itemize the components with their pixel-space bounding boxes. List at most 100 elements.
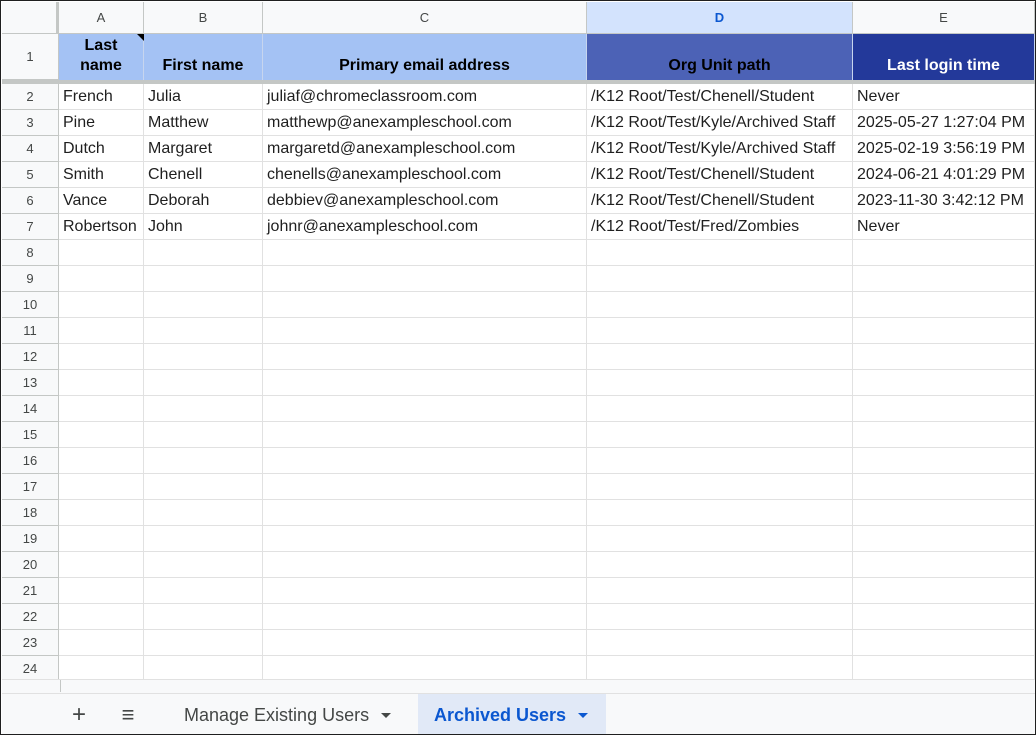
row-header-23[interactable]: 23	[2, 630, 59, 656]
cell-e20[interactable]	[853, 552, 1035, 578]
cell-d14[interactable]	[587, 396, 853, 422]
select-all-corner[interactable]	[2, 2, 59, 34]
cell-b21[interactable]	[144, 578, 263, 604]
cell-e21[interactable]	[853, 578, 1035, 604]
cell-c12[interactable]	[263, 344, 587, 370]
cell-c21[interactable]	[263, 578, 587, 604]
cell-e3[interactable]: 2025-05-27 1:27:04 PM	[853, 110, 1035, 136]
cell-e4[interactable]: 2025-02-19 3:56:19 PM	[853, 136, 1035, 162]
cell-b10[interactable]	[144, 292, 263, 318]
cell-d16[interactable]	[587, 448, 853, 474]
row-header-6[interactable]: 6	[2, 188, 59, 214]
cell-c3[interactable]: matthewp@anexampleschool.com	[263, 110, 587, 136]
cell-c2[interactable]: juliaf@chromeclassroom.com	[263, 84, 587, 110]
cell-e18[interactable]	[853, 500, 1035, 526]
row-header-15[interactable]: 15	[2, 422, 59, 448]
cell-e8[interactable]	[853, 240, 1035, 266]
header-cell-c[interactable]: Primary email address	[263, 34, 587, 80]
cell-a8[interactable]	[59, 240, 144, 266]
frozen-row-divider[interactable]	[2, 80, 1035, 84]
cell-a4[interactable]: Dutch	[59, 136, 144, 162]
row-header-5[interactable]: 5	[2, 162, 59, 188]
cell-e14[interactable]	[853, 396, 1035, 422]
cell-b4[interactable]: Margaret	[144, 136, 263, 162]
cell-a7[interactable]: Robertson	[59, 214, 144, 240]
cell-d5[interactable]: /K12 Root/Test/Chenell/Student	[587, 162, 853, 188]
cell-c17[interactable]	[263, 474, 587, 500]
cell-d12[interactable]	[587, 344, 853, 370]
row-header-9[interactable]: 9	[2, 266, 59, 292]
header-cell-a[interactable]: Last name	[59, 34, 144, 80]
cell-e10[interactable]	[853, 292, 1035, 318]
add-sheet-button[interactable]: +	[66, 702, 92, 728]
cell-e7[interactable]: Never	[853, 214, 1035, 240]
cell-b5[interactable]: Chenell	[144, 162, 263, 188]
row-header-3[interactable]: 3	[2, 110, 59, 136]
cell-c23[interactable]	[263, 630, 587, 656]
cell-d18[interactable]	[587, 500, 853, 526]
cell-a18[interactable]	[59, 500, 144, 526]
cell-e12[interactable]	[853, 344, 1035, 370]
row-header-21[interactable]: 21	[2, 578, 59, 604]
cell-d10[interactable]	[587, 292, 853, 318]
row-header-2[interactable]: 2	[2, 84, 59, 110]
cell-b16[interactable]	[144, 448, 263, 474]
column-header-e[interactable]: E	[853, 2, 1035, 34]
column-header-d[interactable]: D	[587, 2, 853, 34]
row-header-22[interactable]: 22	[2, 604, 59, 630]
cell-a22[interactable]	[59, 604, 144, 630]
tab-manage-existing-users[interactable]: Manage Existing Users	[168, 694, 417, 734]
cell-c9[interactable]	[263, 266, 587, 292]
cell-d6[interactable]: /K12 Root/Test/Chenell/Student	[587, 188, 853, 214]
row-header-16[interactable]: 16	[2, 448, 59, 474]
cell-c18[interactable]	[263, 500, 587, 526]
cell-d23[interactable]	[587, 630, 853, 656]
cell-b18[interactable]	[144, 500, 263, 526]
cell-b17[interactable]	[144, 474, 263, 500]
cell-a9[interactable]	[59, 266, 144, 292]
cell-a15[interactable]	[59, 422, 144, 448]
row-header-17[interactable]: 17	[2, 474, 59, 500]
row-header-11[interactable]: 11	[2, 318, 59, 344]
cell-e9[interactable]	[853, 266, 1035, 292]
cell-c10[interactable]	[263, 292, 587, 318]
cell-c22[interactable]	[263, 604, 587, 630]
row-header-13[interactable]: 13	[2, 370, 59, 396]
cell-e5[interactable]: 2024-06-21 4:01:29 PM	[853, 162, 1035, 188]
cell-d17[interactable]	[587, 474, 853, 500]
column-header-c[interactable]: C	[263, 2, 587, 34]
cell-d3[interactable]: /K12 Root/Test/Kyle/Archived Staff	[587, 110, 853, 136]
cell-a6[interactable]: Vance	[59, 188, 144, 214]
cell-a16[interactable]	[59, 448, 144, 474]
cell-d20[interactable]	[587, 552, 853, 578]
cell-e19[interactable]	[853, 526, 1035, 552]
cell-c6[interactable]: debbiev@anexampleschool.com	[263, 188, 587, 214]
row-header-4[interactable]: 4	[2, 136, 59, 162]
cell-a11[interactable]	[59, 318, 144, 344]
cell-b13[interactable]	[144, 370, 263, 396]
cell-a10[interactable]	[59, 292, 144, 318]
cell-c11[interactable]	[263, 318, 587, 344]
cell-d21[interactable]	[587, 578, 853, 604]
header-cell-d[interactable]: Org Unit path	[587, 34, 853, 80]
cell-c19[interactable]	[263, 526, 587, 552]
cell-d9[interactable]	[587, 266, 853, 292]
horizontal-scrollbar[interactable]	[2, 679, 1035, 693]
row-header-7[interactable]: 7	[2, 214, 59, 240]
cell-d2[interactable]: /K12 Root/Test/Chenell/Student	[587, 84, 853, 110]
cell-b14[interactable]	[144, 396, 263, 422]
column-header-b[interactable]: B	[144, 2, 263, 34]
cell-d15[interactable]	[587, 422, 853, 448]
cell-d13[interactable]	[587, 370, 853, 396]
cell-a5[interactable]: Smith	[59, 162, 144, 188]
cell-a13[interactable]	[59, 370, 144, 396]
cell-c5[interactable]: chenells@anexampleschool.com	[263, 162, 587, 188]
cell-b8[interactable]	[144, 240, 263, 266]
cell-c14[interactable]	[263, 396, 587, 422]
cell-c16[interactable]	[263, 448, 587, 474]
cell-e2[interactable]: Never	[853, 84, 1035, 110]
cell-a20[interactable]	[59, 552, 144, 578]
cell-e17[interactable]	[853, 474, 1035, 500]
cell-c20[interactable]	[263, 552, 587, 578]
cell-a2[interactable]: French	[59, 84, 144, 110]
